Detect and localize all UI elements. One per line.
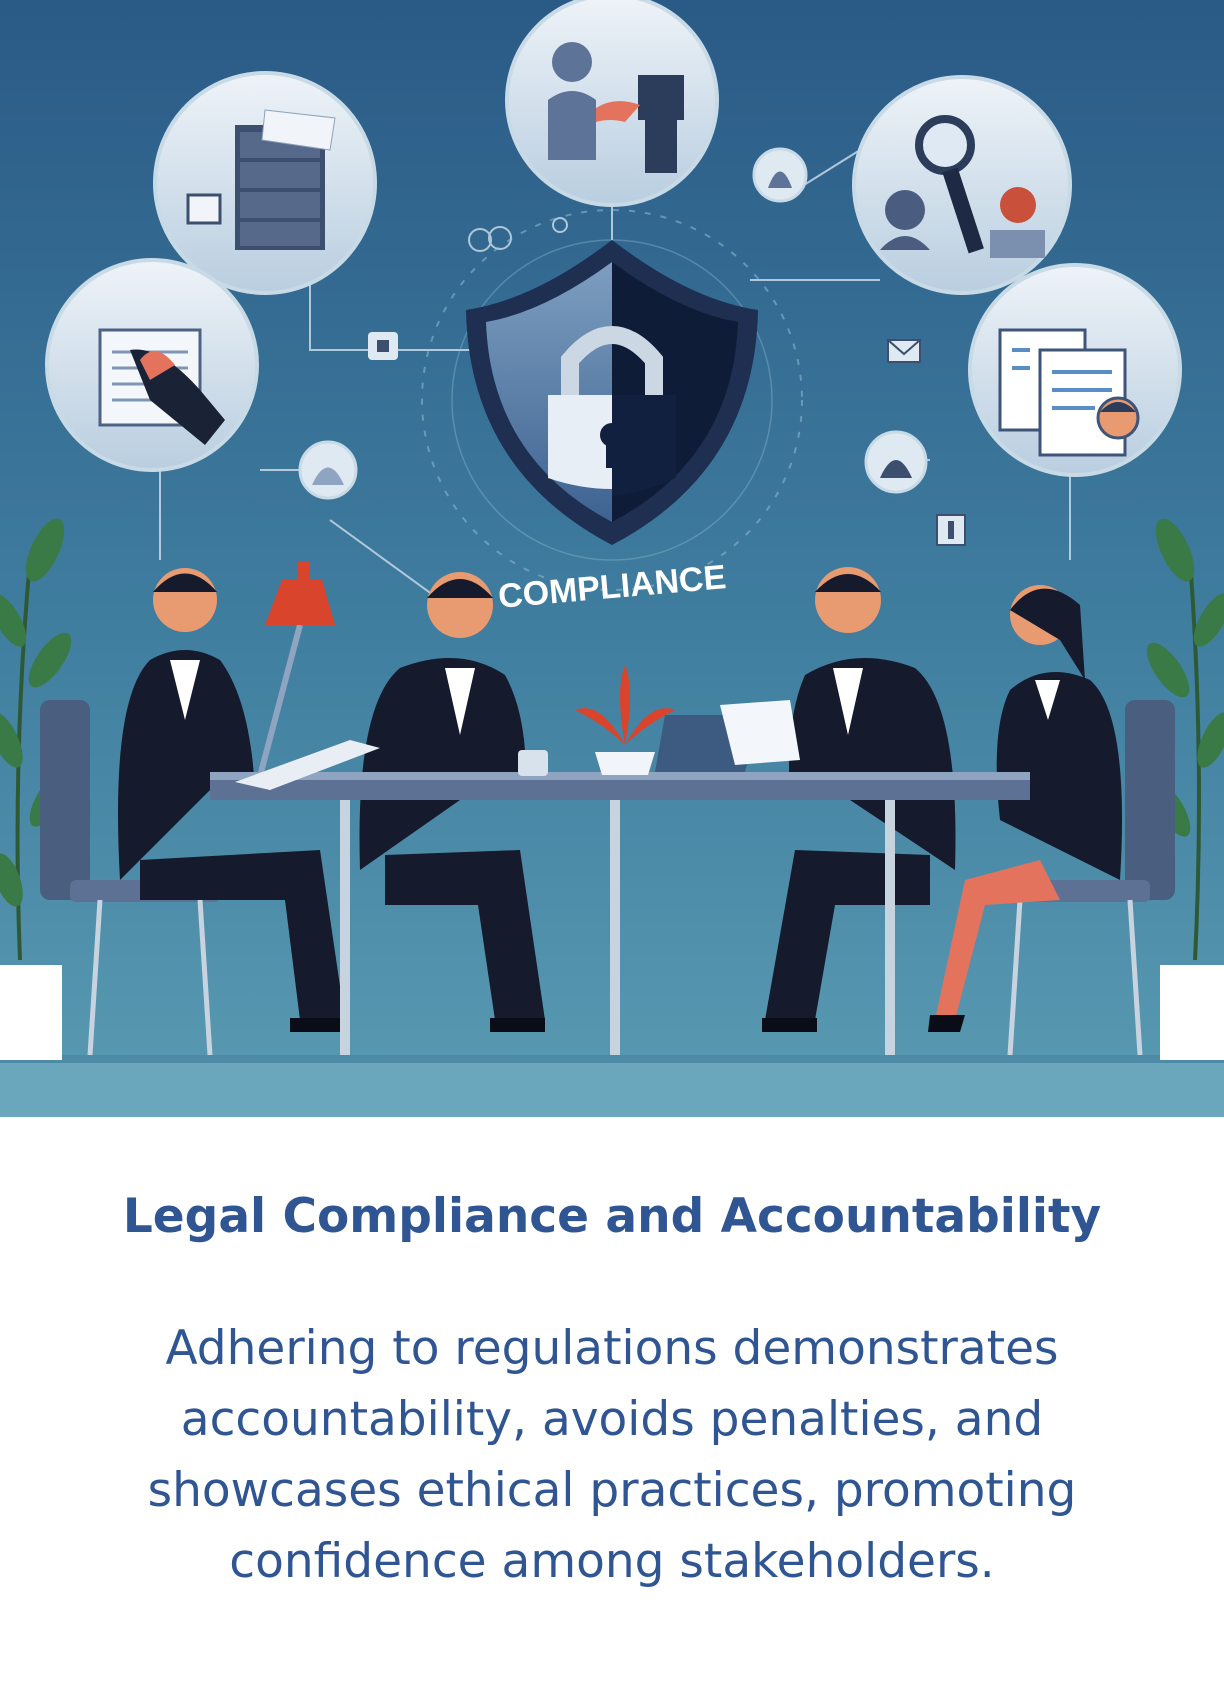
small-person-icon-right [864, 430, 928, 494]
small-bell-icon [752, 147, 808, 203]
small-lock-icon-left [368, 332, 398, 360]
document-sign-icon [45, 258, 259, 472]
documents-icon [968, 263, 1182, 477]
small-person-icon-left [298, 440, 358, 500]
caption: Legal Compliance and Accountability Adhe… [0, 1117, 1224, 1687]
small-phone-icon [936, 514, 966, 546]
filing-cabinet-icon [153, 71, 377, 295]
coffee-cup [518, 750, 548, 776]
magnifier-icon [852, 75, 1072, 295]
caption-body: Adhering to regulations demonstrates acc… [147, 1321, 1077, 1589]
small-envelope-icon [887, 339, 921, 363]
caption-title: Legal Compliance and Accountability [122, 1189, 1102, 1244]
handshake-icon [505, 0, 719, 207]
compliance-illustration: COMPLIANCE [0, 0, 1224, 1117]
floor [0, 1060, 1224, 1117]
